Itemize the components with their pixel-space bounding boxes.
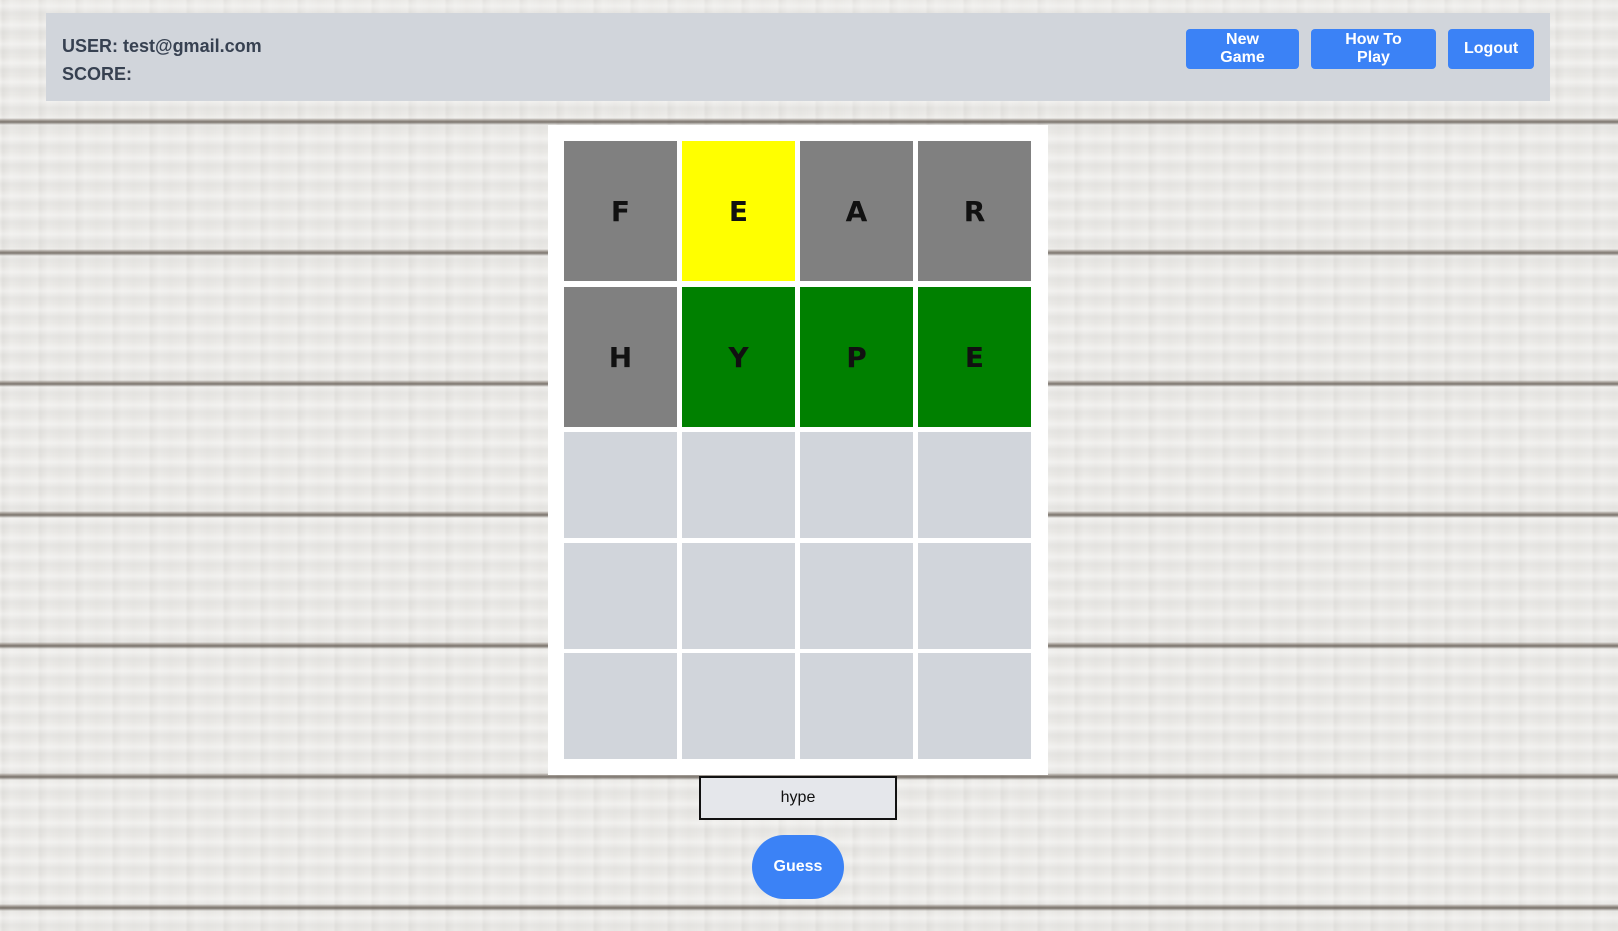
guess-button[interactable]: Guess (752, 835, 844, 899)
game-board: F E A R H Y P E (548, 125, 1048, 775)
tile-r5-c4 (918, 653, 1031, 759)
tile-r5-c1 (564, 653, 677, 759)
user-email-label: USER: test@gmail.com (62, 36, 262, 56)
score-label: SCORE: (62, 64, 133, 84)
tile-r3-c2 (682, 432, 795, 538)
top-bar: USER: test@gmail.com SCORE: New Game How… (46, 13, 1550, 101)
tile-r2-c2: Y (682, 287, 795, 427)
logout-button[interactable]: Logout (1448, 29, 1534, 69)
tile-r3-c3 (800, 432, 913, 538)
how-to-play-button[interactable]: How To Play (1311, 29, 1436, 69)
new-game-button[interactable]: New Game (1186, 29, 1299, 69)
tile-r1-c4: R (918, 141, 1031, 281)
tile-r1-c3: A (800, 141, 913, 281)
user-info: USER: test@gmail.com SCORE: (62, 32, 262, 88)
tile-r1-c2: E (682, 141, 795, 281)
tile-r5-c3 (800, 653, 913, 759)
tile-r3-c4 (918, 432, 1031, 538)
tile-r4-c4 (918, 543, 1031, 649)
tile-r2-c1: H (564, 287, 677, 427)
nav-buttons: New Game How To Play Logout (1186, 29, 1534, 69)
tile-r1-c1: F (564, 141, 677, 281)
tile-r4-c2 (682, 543, 795, 649)
tile-r4-c3 (800, 543, 913, 649)
tile-r5-c2 (682, 653, 795, 759)
tile-r4-c1 (564, 543, 677, 649)
tile-r2-c3: P (800, 287, 913, 427)
tile-r2-c4: E (918, 287, 1031, 427)
guess-input[interactable] (699, 776, 897, 820)
tile-r3-c1 (564, 432, 677, 538)
